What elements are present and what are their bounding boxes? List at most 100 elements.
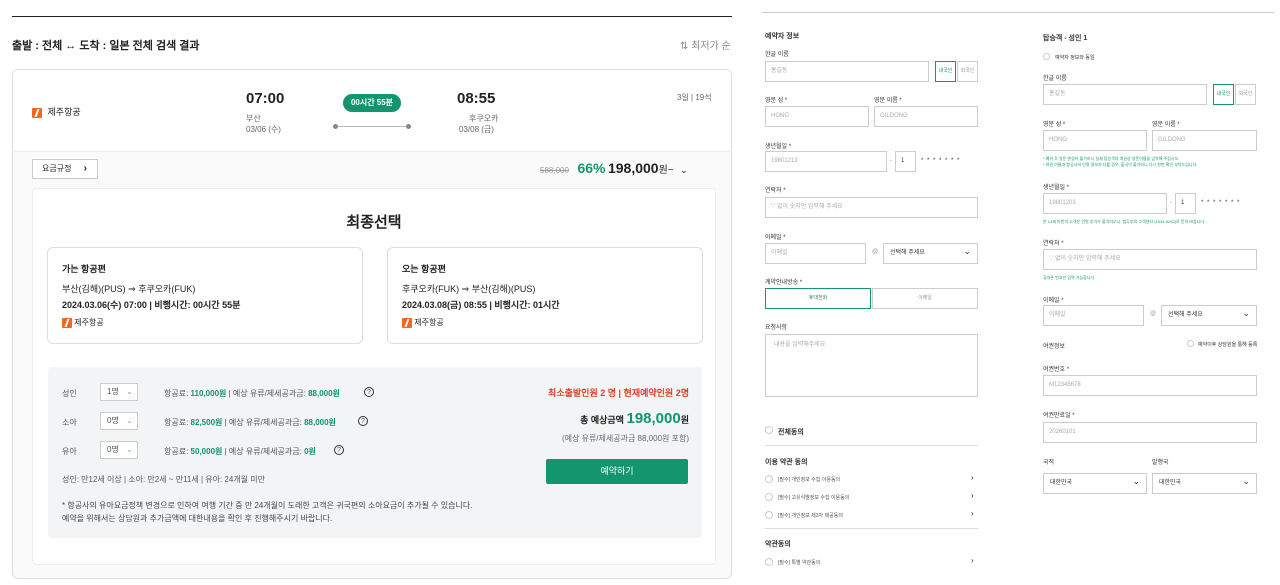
email-input[interactable]: 이메일 <box>765 243 866 264</box>
route-line <box>333 124 411 129</box>
inbound-to: 부산(김해)(PUS) <box>471 284 536 294</box>
dep-time: 07:00 <box>246 90 285 107</box>
chevron-right-icon[interactable]: › <box>971 509 974 518</box>
contact-phone-toggle[interactable]: 휴대전화 <box>765 288 871 309</box>
term-label: [필수] 개인정보 수집 이용동의 <box>778 477 841 483</box>
phone-input[interactable]: '-' 없이 숫자만 입력해 주세요 <box>1043 249 1257 270</box>
foreign-toggle[interactable]: 외국인 <box>1235 84 1256 105</box>
help-icon[interactable]: ? <box>334 445 344 455</box>
contact-method-label: 계약안내방송 * <box>765 280 803 286</box>
terms-title: 이용 약관 동의 <box>765 459 808 466</box>
outbound-flight: 가는 항공편 부산(김해)(PUS) ⇒ 후쿠오카(FUK) 2024.03.0… <box>47 247 363 344</box>
help-icon[interactable]: ? <box>358 416 368 426</box>
domestic-toggle[interactable]: 내국인 <box>1213 84 1234 105</box>
gender-digit-input[interactable]: 1 <box>1175 193 1196 214</box>
outbound-heading: 가는 항공편 <box>62 264 106 274</box>
tax-value: 88,000원 <box>304 418 336 427</box>
last-name-input[interactable]: HONG <box>1043 130 1147 151</box>
help-icon[interactable]: ? <box>364 387 374 397</box>
eng-name-hint-2: * 여권 이름과 항공사의 인명 정보가 다를 경우, 출국이 불가하니 다시 … <box>1043 162 1198 167</box>
child-count-select[interactable]: 0명 ⌄ <box>100 412 138 430</box>
phone-label: 연락처 * <box>765 188 786 194</box>
last-name-label: 영문 성 * <box>1043 122 1066 128</box>
child-fare: 항공료: 82,500원 | 예상 유류/제세공과금: 88,000원 <box>164 417 336 428</box>
outbound-from: 부산(김해)(PUS) <box>62 284 126 294</box>
flight-summary[interactable]: 제주항공 07:00 부산 03/06 (수) 00시간 55분 08:55 후… <box>13 70 731 152</box>
term-checkbox[interactable] <box>765 558 773 566</box>
tax-value: 88,000원 <box>308 389 340 398</box>
price: 198,000 <box>607 160 659 176</box>
infant-count-select[interactable]: 0명 ⌄ <box>100 441 138 459</box>
email-domain-select[interactable]: 선택해 주세요 <box>883 242 978 264</box>
duration-badge: 00시간 55분 <box>343 94 401 112</box>
masked-digits: * * * * * * * <box>921 158 961 164</box>
infant-count: 0명 <box>107 445 119 454</box>
fare-rules-label: 요금규정 <box>42 164 72 173</box>
price-row[interactable]: 588,000 66% 198,000원~ ⌄ <box>540 160 688 176</box>
sort-button[interactable]: ⇅ 최저가 순 <box>680 37 731 52</box>
email-domain-select[interactable]: 선택해 주세요 <box>1161 304 1257 326</box>
adult-fare: 항공료: 110,000원 | 예상 유류/제세공과금: 88,000원 <box>164 388 340 399</box>
chevron-right-icon: › <box>83 163 87 174</box>
phone-input[interactable]: '-' 없이 숫자만 입력해 주세요 <box>765 197 978 218</box>
phone-hint: 휴대폰 번호만 입력 가능합니다. <box>1043 275 1096 280</box>
birth-label: 생년월일 * <box>765 144 792 150</box>
fare-rules-button[interactable]: 요금규정 › <box>32 159 98 179</box>
passport-exp-label: 여권만료일 * <box>1043 413 1075 419</box>
term-checkbox[interactable] <box>765 493 773 501</box>
page-title: 출발 : 전체 ↔ 도착 : 일본 전체 검색 결과 <box>12 40 200 52</box>
chevron-right-icon[interactable]: › <box>971 491 974 500</box>
search-results-panel: 출발 : 전체 ↔ 도착 : 일본 전체 검색 결과 ⇅ 최저가 순 제주항공 … <box>0 0 745 585</box>
contact-email-toggle[interactable]: 이메일 <box>872 288 978 309</box>
name-input[interactable]: 홍길동 <box>1043 84 1207 105</box>
request-textarea[interactable]: 내용을 입력해주세요 <box>765 334 978 397</box>
adult-count-select[interactable]: 1명 ⌄ <box>100 383 138 401</box>
nationality-select[interactable]: 대한민국 <box>1043 472 1147 494</box>
arr-time: 08:55 <box>457 90 496 107</box>
outbound-flight-time: 비행시간: 00시간 55분 <box>154 300 241 310</box>
at-sign: @ <box>872 249 879 255</box>
first-name-input[interactable]: GILDONG <box>1152 130 1257 151</box>
airline-logo-icon <box>402 317 412 328</box>
total-price: 총 예상금액 198,000원 <box>580 410 689 427</box>
agree-all-checkbox[interactable] <box>765 426 773 434</box>
issuer-select[interactable]: 대한민국 <box>1152 472 1257 494</box>
birth-input[interactable]: 19801203 <box>1043 193 1167 214</box>
pax-type: 소아 <box>62 418 77 427</box>
gender-digit-input[interactable]: 1 <box>895 151 916 172</box>
passport-consult-label: 예약이후 상담원을 통해 등록 <box>1198 342 1258 348</box>
footnote-2: 예약을 위해서는 상담원과 추가금액에 대한내용을 확인 후 진행해주시기 바랍… <box>62 514 333 523</box>
term-checkbox[interactable] <box>765 511 773 519</box>
first-name-input[interactable]: GILDONG <box>874 106 978 127</box>
chevron-right-icon[interactable]: › <box>971 556 974 565</box>
total-note: (예상 유류/제세공과금 88,000원 포함) <box>561 434 689 443</box>
passport-exp-input[interactable]: 20260101 <box>1043 422 1257 443</box>
original-price: 588,000 <box>540 166 569 175</box>
masked-digits: * * * * * * * <box>1201 200 1241 206</box>
same-as-booker-checkbox[interactable] <box>1043 53 1050 60</box>
term-checkbox[interactable] <box>765 475 773 483</box>
name-input[interactable]: 홍길동 <box>765 61 929 82</box>
trip-length: 3일 | 19석 <box>677 93 712 102</box>
agree-all-label: 전체동의 <box>778 429 804 436</box>
chevron-down-icon: ⌄ <box>126 416 133 425</box>
passport-no-input[interactable]: M12345678 <box>1043 375 1257 396</box>
birth-label: 생년월일 * <box>1043 185 1070 191</box>
passport-title: 여권정보 <box>1043 344 1066 350</box>
email-input[interactable]: 이메일 <box>1043 305 1144 326</box>
booker-title: 예약자 정보 <box>765 33 800 40</box>
last-name-input[interactable]: HONG <box>765 106 869 127</box>
domestic-toggle[interactable]: 내국인 <box>935 61 956 82</box>
outbound-airline: 제주항공 <box>74 318 104 327</box>
chevron-right-icon[interactable]: › <box>971 473 974 482</box>
fare-label: 항공료: <box>164 418 189 427</box>
name-label: 한글 이름 <box>765 52 789 58</box>
tax-label: | 예상 유류/제세공과금: <box>228 389 306 398</box>
at-sign: @ <box>1150 311 1157 317</box>
passenger-form: 탑승객 - 성인 1 예약자 정보와 동일 한글 이름 홍길동 내국인 외국인 … <box>1032 0 1280 585</box>
birth-input[interactable]: 19801212 <box>765 151 887 172</box>
foreign-toggle[interactable]: 외국인 <box>957 61 978 82</box>
divider <box>12 16 732 17</box>
passport-consult-checkbox[interactable] <box>1187 340 1194 347</box>
book-button[interactable]: 예약하기 <box>546 459 688 484</box>
